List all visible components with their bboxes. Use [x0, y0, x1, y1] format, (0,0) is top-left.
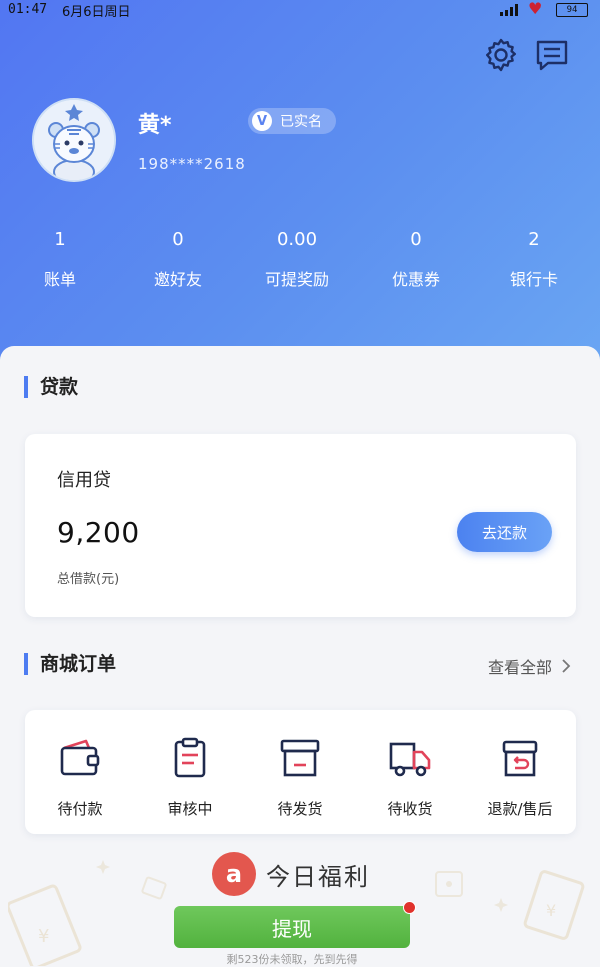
truck-icon — [389, 742, 431, 777]
order-label: 待收货 — [387, 800, 433, 818]
order-label: 退款/售后 — [487, 800, 553, 818]
verified-icon: V — [252, 111, 272, 131]
order-pending-payment[interactable]: 待付款 — [25, 736, 135, 819]
order-label: 待付款 — [57, 800, 103, 818]
envelope-icon — [435, 871, 463, 897]
svg-text:¥: ¥ — [38, 926, 49, 947]
stats-row: 1 账单 0 邀好友 0.00 可提奖励 0 优惠券 2 银行卡 — [0, 226, 600, 306]
promo-title-text: 今日福利 — [266, 862, 370, 891]
order-pending-receipt[interactable]: 待收货 — [355, 736, 465, 819]
view-all-link[interactable]: 查看全部 — [488, 654, 574, 678]
withdraw-button[interactable]: 提现 — [174, 906, 410, 948]
verified-label: 已实名 — [280, 114, 322, 130]
stat-invites[interactable]: 0 邀好友 — [118, 226, 238, 290]
user-name: 黄* — [138, 113, 172, 138]
red-envelope-icon: ¥ — [523, 870, 585, 940]
box-icon — [280, 739, 320, 777]
orders-section-title: 商城订单 — [24, 653, 116, 675]
loan-card[interactable]: 信用贷 9,200 总借款(元) 去还款 — [25, 434, 576, 617]
loan-caption: 总借款(元) — [57, 572, 120, 587]
order-refund-aftersales[interactable]: 退款/售后 — [465, 736, 575, 819]
star-icon — [96, 860, 110, 874]
loan-type: 信用贷 — [57, 470, 111, 491]
gear-icon[interactable] — [483, 37, 519, 73]
stat-label: 银行卡 — [509, 270, 558, 289]
stat-label: 优惠券 — [391, 270, 440, 289]
stat-bank-cards[interactable]: 2 银行卡 — [474, 226, 594, 290]
notification-dot — [403, 901, 416, 914]
chevron-right-icon — [562, 659, 571, 673]
clipboard-icon — [174, 737, 206, 778]
heart-icon: ♥ — [528, 0, 543, 18]
verified-badge: V 已实名 — [248, 108, 336, 134]
promo-subtitle: 剩523份未领取，先到先得 — [226, 953, 358, 966]
status-time: 01:47 — [8, 2, 48, 17]
phone-number: 198****2618 — [138, 155, 246, 173]
return-icon — [502, 740, 538, 777]
view-all-label: 查看全部 — [488, 658, 553, 677]
message-icon[interactable] — [534, 38, 570, 74]
promo-logo-icon: a — [212, 852, 256, 896]
repay-button[interactable]: 去还款 — [457, 512, 552, 552]
stat-bills[interactable]: 1 账单 — [0, 226, 120, 290]
stat-label: 邀好友 — [153, 270, 202, 289]
stat-value: 0.00 — [276, 229, 318, 250]
profile-header: 01:47 6月6日周日 ♥ 94 黄* V 已实名 198****2618 1… — [0, 0, 600, 372]
stat-label: 可提奖励 — [264, 270, 329, 289]
stat-label: 账单 — [43, 270, 76, 289]
order-label: 待发货 — [277, 800, 323, 818]
stat-rewards[interactable]: 0.00 可提奖励 — [237, 226, 357, 290]
status-bar: 01:47 6月6日周日 ♥ 94 — [0, 0, 600, 20]
order-under-review[interactable]: 审核中 — [135, 736, 245, 819]
loan-amount: 9,200 — [57, 516, 140, 549]
stat-value: 0 — [410, 229, 422, 250]
orders-card: 待付款 审核中 待发货 待收货 退款/售后 — [25, 710, 576, 834]
stat-value: 1 — [54, 229, 66, 250]
status-date: 6月6日周日 — [62, 5, 131, 20]
battery-icon: 94 — [556, 3, 588, 17]
order-pending-shipment[interactable]: 待发货 — [245, 736, 355, 819]
wallet-icon — [60, 739, 100, 776]
tiger-avatar-icon — [34, 100, 114, 180]
svg-text:¥: ¥ — [546, 901, 556, 920]
promo-title: a 今日福利 — [212, 852, 370, 896]
stat-coupons[interactable]: 0 优惠券 — [356, 226, 476, 290]
stat-value: 0 — [172, 229, 184, 250]
signal-icon — [500, 4, 518, 16]
gift-icon — [141, 876, 167, 900]
stat-value: 2 — [528, 229, 540, 250]
avatar[interactable] — [32, 98, 116, 182]
loan-section-title: 贷款 — [24, 376, 78, 398]
order-label: 审核中 — [167, 800, 213, 818]
star-icon — [494, 898, 508, 912]
